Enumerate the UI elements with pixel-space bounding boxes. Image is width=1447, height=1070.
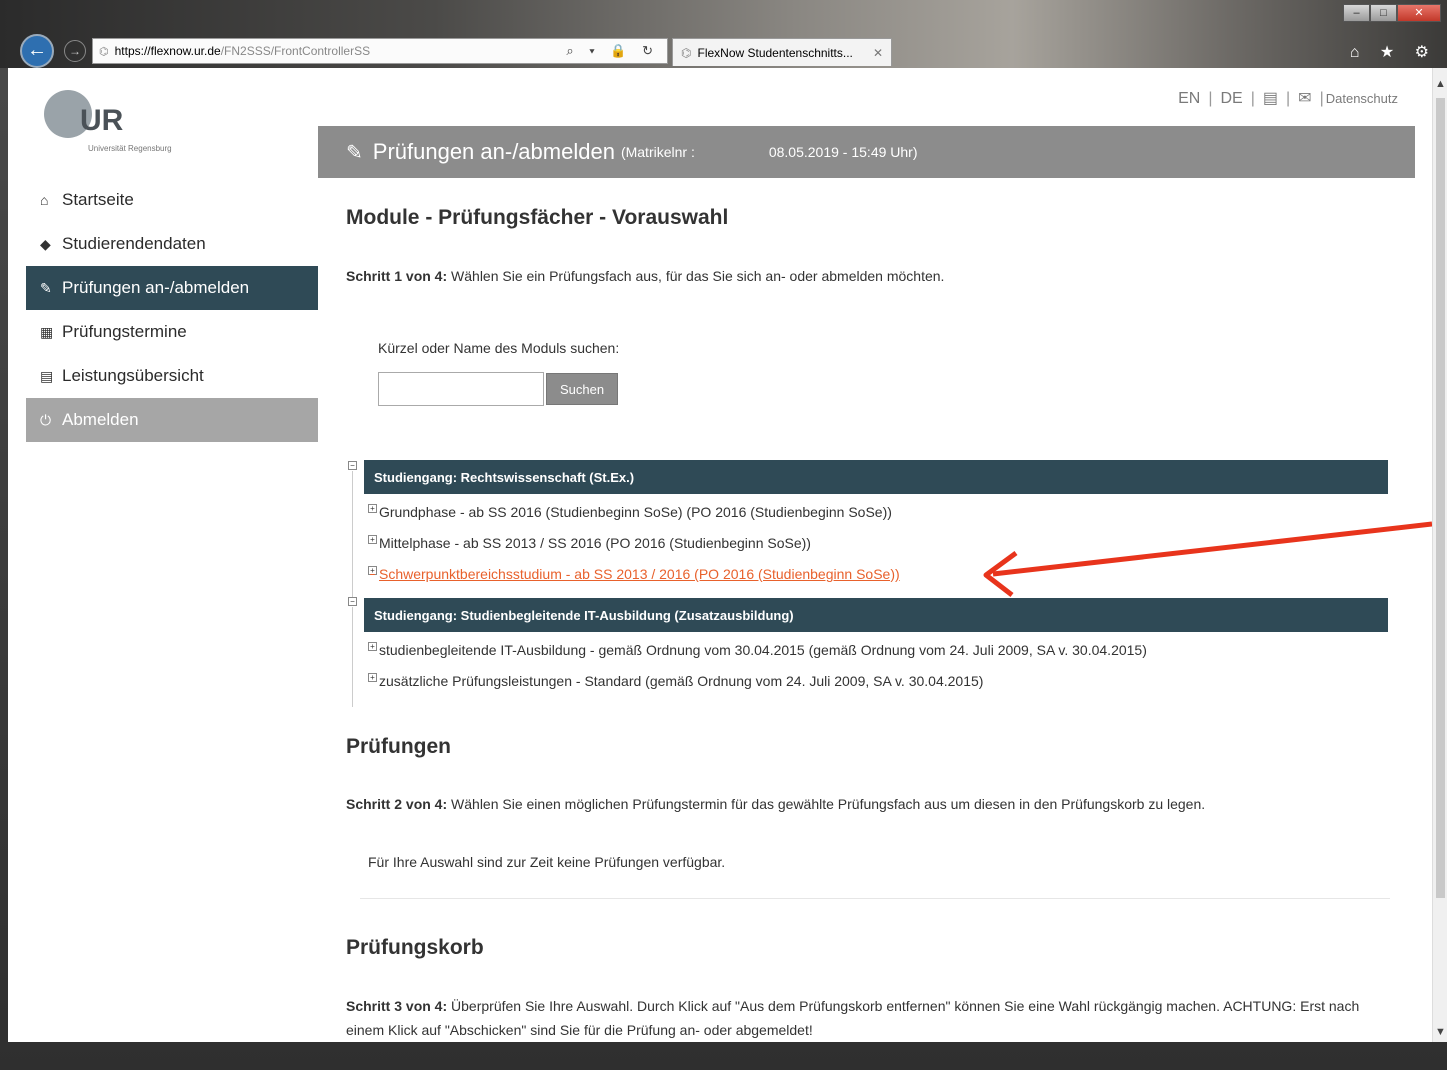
matrikel-label: (Matrikelnr : xyxy=(620,144,695,160)
page-viewport: UR Universität Regensburg EN | DE | ▤ | ✉ | Date… xyxy=(8,68,1432,1042)
tree-item-label: Grundphase - ab SS 2016 (Studienbeginn S… xyxy=(379,504,892,520)
step-2-label: Schritt 2 von 4: xyxy=(346,796,448,812)
step-1-label: Schritt 1 von 4: xyxy=(346,268,448,284)
university-logo[interactable]: UR Universität Regensburg xyxy=(44,86,204,156)
sidebar-nav: ⌂ Startseite ◆ Studierendendaten ✎ Prüfu… xyxy=(26,178,318,442)
home-icon: ⌂ xyxy=(40,192,49,208)
url-path: /FN2SSS/FrontControllerSS xyxy=(220,44,371,58)
tree-item-grundphase[interactable]: + Grundphase - ab SS 2016 (Studienbeginn… xyxy=(368,503,892,520)
toolbar-icons[interactable]: ⌂ ★ ⚙ xyxy=(1350,42,1437,62)
tree-line xyxy=(352,607,353,707)
logo-subtitle: Universität Regensburg xyxy=(88,144,172,153)
window-controls: – □ ✕ xyxy=(1343,4,1441,22)
sidebar-item-label: Leistungsübersicht xyxy=(62,366,204,385)
step-1-desc: Wählen Sie ein Prüfungsfach aus, für das… xyxy=(447,268,945,284)
expand-icon[interactable]: + xyxy=(368,641,377,651)
site-favicon-icon: ⌬ xyxy=(99,45,109,58)
list-icon: ▤ xyxy=(40,367,54,384)
mail-icon[interactable]: ✉ xyxy=(1298,90,1311,107)
tree-item-label: zusätzliche Prüfungsleistungen - Standar… xyxy=(379,673,984,689)
scroll-thumb[interactable] xyxy=(1436,98,1445,898)
graduation-cap-icon: ◆ xyxy=(40,235,51,252)
group-header-rechtswissenschaft[interactable]: Studiengang: Rechtswissenschaft (St.Ex.) xyxy=(364,460,1388,494)
expand-icon[interactable]: + xyxy=(368,565,377,575)
step-2-desc: Wählen Sie einen möglichen Prüfungstermi… xyxy=(447,796,1206,812)
power-icon: ⏻ xyxy=(40,411,52,428)
minimize-button[interactable]: – xyxy=(1343,4,1370,22)
step-3-desc: Überprüfen Sie Ihre Auswahl. Durch Klick… xyxy=(346,998,1360,1038)
sidebar-item-studierendendaten[interactable]: ◆ Studierendendaten xyxy=(26,222,318,266)
section-title-pruefungen: Prüfungen xyxy=(346,735,451,758)
search-button[interactable]: Suchen xyxy=(546,373,618,405)
arrow-shaft xyxy=(992,521,1432,577)
sidebar-item-label: Startseite xyxy=(62,190,134,209)
lang-de-link[interactable]: DE xyxy=(1221,90,1243,107)
tree-item-zusaetzliche[interactable]: + zusätzliche Prüfungsleistungen - Stand… xyxy=(368,672,984,689)
sidebar-item-pruefungen[interactable]: ✎ Prüfungen an-/abmelden xyxy=(26,266,318,310)
header-datetime: 08.05.2019 - 15:49 Uhr) xyxy=(768,144,918,160)
divider xyxy=(360,898,1390,899)
calendar-icon: ▦ xyxy=(40,323,54,340)
group-header-it-ausbildung[interactable]: Studiengang: Studienbegleitende IT-Ausbi… xyxy=(364,598,1388,632)
section-title-pruefungskorb: Prüfungskorb xyxy=(346,936,484,959)
step-2-text: Schritt 2 von 4: Wählen Sie einen möglic… xyxy=(346,792,1406,816)
sidebar-item-startseite[interactable]: ⌂ Startseite xyxy=(26,178,318,222)
sidebar-item-pruefungstermine[interactable]: ▦ Prüfungstermine xyxy=(26,310,318,354)
tree-item-label: Mittelphase - ab SS 2013 / SS 2016 (PO 2… xyxy=(379,535,811,551)
section-title-module: Module - Prüfungsfächer - Vorauswahl xyxy=(346,206,729,229)
sidebar-item-label: Abmelden xyxy=(62,410,139,429)
module-search-input[interactable] xyxy=(378,372,544,406)
tree-line xyxy=(352,471,353,601)
tree-item-it-ausbildung[interactable]: + studienbegleitende IT-Ausbildung - gem… xyxy=(368,641,1147,658)
logo-letters: UR xyxy=(80,104,124,137)
collapse-group-2-icon[interactable]: − xyxy=(348,597,357,606)
scroll-up-icon[interactable]: ▲ xyxy=(1435,78,1446,90)
tree-item-schwerpunkt[interactable]: + Schwerpunktbereichsstudium - ab SS 201… xyxy=(368,565,900,582)
no-exams-message: Für Ihre Auswahl sind zur Zeit keine Prü… xyxy=(368,854,726,870)
tab-favicon-icon: ⌬ xyxy=(681,45,692,60)
top-links: EN | DE | ▤ | ✉ | Datenschutz xyxy=(1178,90,1398,107)
address-bar-icons[interactable]: ⌕ ▾ 🔒 ↻ xyxy=(566,43,659,59)
sidebar-item-abmelden[interactable]: ⏻ Abmelden xyxy=(26,398,318,442)
tree-item-label: Schwerpunktbereichsstudium - ab SS 2013 … xyxy=(379,566,900,582)
back-button[interactable]: ← xyxy=(20,34,54,68)
privacy-link[interactable]: Datenschutz xyxy=(1326,91,1398,106)
book-icon[interactable]: ▤ xyxy=(1263,90,1278,107)
sidebar-item-label: Prüfungen an-/abmelden xyxy=(62,278,250,297)
browser-chrome: – □ ✕ ← → ⌬ https://flexnow.ur.de /FN2SS… xyxy=(0,0,1447,68)
browser-tab[interactable]: ⌬ FlexNow Studentenschnitts... ✕ xyxy=(672,38,892,66)
page-header: ✎ Prüfungen an-/abmelden (Matrikelnr : 0… xyxy=(318,126,1415,178)
arrow-head xyxy=(983,550,1018,597)
page-title: Prüfungen an-/abmelden xyxy=(372,139,615,164)
tree-item-label: studienbegleitende IT-Ausbildung - gemäß… xyxy=(379,642,1147,658)
url-host: https://flexnow.ur.de xyxy=(114,44,221,58)
collapse-group-1-icon[interactable]: − xyxy=(348,461,357,470)
step-3-text: Schritt 3 von 4: Überprüfen Sie Ihre Aus… xyxy=(346,994,1386,1042)
scroll-down-icon[interactable]: ▼ xyxy=(1435,1026,1446,1038)
close-window-button[interactable]: ✕ xyxy=(1397,4,1441,22)
sidebar-item-leistungsuebersicht[interactable]: ▤ Leistungsübersicht xyxy=(26,354,318,398)
page-scrollbar[interactable]: ▲ ▼ xyxy=(1432,68,1447,1042)
step-3-label: Schritt 3 von 4: xyxy=(346,998,448,1014)
edit-icon: ✎ xyxy=(346,141,363,164)
expand-icon[interactable]: + xyxy=(368,503,377,513)
browser-window: – □ ✕ ← → ⌬ https://flexnow.ur.de /FN2SS… xyxy=(0,0,1447,1070)
address-bar[interactable]: ⌬ https://flexnow.ur.de /FN2SSS/FrontCon… xyxy=(92,38,668,64)
lang-en-link[interactable]: EN xyxy=(1178,90,1200,107)
sidebar-item-label: Prüfungstermine xyxy=(62,322,187,341)
edit-icon: ✎ xyxy=(40,279,52,296)
maximize-button[interactable]: □ xyxy=(1370,4,1397,22)
expand-icon[interactable]: + xyxy=(368,534,377,544)
tab-title: FlexNow Studentenschnitts... xyxy=(697,45,853,60)
tab-close-icon[interactable]: ✕ xyxy=(873,46,883,60)
search-label: Kürzel oder Name des Moduls suchen: xyxy=(378,340,620,356)
forward-button[interactable]: → xyxy=(64,40,86,62)
sidebar-item-label: Studierendendaten xyxy=(62,234,206,253)
step-1-text: Schritt 1 von 4: Wählen Sie ein Prüfungs… xyxy=(346,264,1406,288)
expand-icon[interactable]: + xyxy=(368,672,377,682)
tree-item-mittelphase[interactable]: + Mittelphase - ab SS 2013 / SS 2016 (PO… xyxy=(368,534,811,551)
